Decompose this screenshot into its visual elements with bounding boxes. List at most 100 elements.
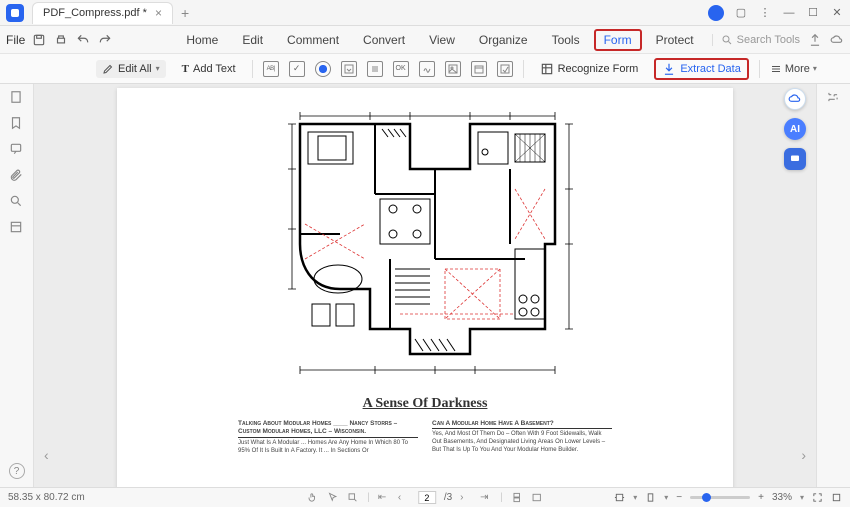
column-left: Talking About Modular Homes ____ Nancy S… (238, 420, 418, 455)
edit-all-label: Edit All (118, 63, 152, 75)
bookmarks-icon[interactable] (9, 116, 25, 132)
zoom-slider[interactable] (690, 496, 750, 499)
prev-page-icon[interactable]: ‹ (398, 492, 410, 504)
menu-tools[interactable]: Tools (542, 29, 590, 51)
combo-field-icon[interactable] (341, 61, 357, 77)
read-mode-icon[interactable] (531, 492, 543, 504)
search-tools[interactable]: Search Tools (712, 34, 800, 46)
scroll-mode-icon[interactable] (511, 492, 523, 504)
checkbox-field-icon[interactable]: ✓ (289, 61, 305, 77)
quick-access-toolbar (31, 32, 113, 48)
window-menu-icon[interactable]: ⋮ (758, 6, 772, 20)
help-icon[interactable]: ? (9, 463, 25, 479)
attachments-icon[interactable] (9, 168, 25, 184)
add-text-button[interactable]: T Add Text (176, 60, 242, 78)
zoom-thumb[interactable] (702, 493, 711, 502)
extract-icon (662, 62, 676, 76)
file-menu[interactable]: File (6, 33, 25, 47)
right-sidebar (816, 84, 850, 487)
fit-width-icon[interactable] (614, 492, 625, 503)
fullscreen-icon[interactable] (812, 492, 823, 503)
extract-data-button[interactable]: Extract Data (654, 58, 749, 80)
list-field-icon[interactable] (367, 61, 383, 77)
col2-body: Yes, And Most Of Them Do – Often With 9 … (432, 431, 612, 454)
zoom-percent: 33% (772, 492, 792, 503)
image-field-icon[interactable] (445, 61, 461, 77)
window-maximize-icon[interactable]: ☐ (806, 6, 820, 20)
search-icon (721, 34, 733, 46)
column-right: Can A Modular Home Have A Basement? Yes,… (432, 420, 612, 455)
chevron-down-icon: ▾ (156, 64, 160, 73)
radio-field-icon[interactable] (315, 61, 331, 77)
chevron-down-icon[interactable]: ▾ (800, 493, 804, 502)
next-page-arrow[interactable]: › (801, 447, 806, 463)
menu-protect[interactable]: Protect (646, 29, 704, 51)
document-columns: Talking About Modular Homes ____ Nancy S… (117, 420, 733, 461)
zoom-out-icon[interactable]: − (676, 492, 682, 503)
page-content: A Sense Of Darkness Talking About Modula… (117, 88, 733, 487)
chevron-down-icon: ▾ (813, 64, 817, 73)
col2-header: Can A Modular Home Have A Basement? (432, 420, 612, 429)
fit-page-icon[interactable] (645, 492, 656, 503)
button-field-icon[interactable]: OK (393, 61, 409, 77)
menu-view[interactable]: View (419, 29, 465, 51)
ai-tool-icon[interactable]: AI (784, 118, 806, 140)
search-panel-icon[interactable] (9, 194, 25, 210)
menu-comment[interactable]: Comment (277, 29, 349, 51)
new-tab-button[interactable]: + (181, 5, 189, 21)
floating-tools: AI (784, 88, 806, 170)
share-icon[interactable] (808, 33, 822, 47)
zoom-area-icon[interactable] (347, 492, 359, 504)
thumbnails-icon[interactable] (9, 90, 25, 106)
fields-panel-icon[interactable] (9, 220, 25, 236)
document-tab[interactable]: PDF_Compress.pdf * × (32, 2, 173, 24)
cloud-icon[interactable] (830, 33, 844, 47)
more-button[interactable]: More ▾ (770, 63, 817, 75)
last-page-icon[interactable]: ⇥ (480, 492, 492, 504)
more-label: More (785, 63, 810, 75)
chevron-down-icon[interactable]: ▾ (664, 493, 668, 502)
account-avatar[interactable] (708, 5, 724, 21)
prev-page-arrow[interactable]: ‹ (44, 447, 49, 463)
page-navigation: | ⇤ ‹ /3 › ⇥ | (307, 491, 543, 504)
menu-form[interactable]: Form (594, 29, 642, 51)
menu-convert[interactable]: Convert (353, 29, 415, 51)
actual-size-icon[interactable] (831, 492, 842, 503)
date-field-icon[interactable] (471, 61, 487, 77)
signature-field-icon[interactable] (419, 61, 435, 77)
redo-icon[interactable] (97, 32, 113, 48)
first-page-icon[interactable]: ⇤ (378, 492, 390, 504)
page-number-input[interactable] (418, 491, 436, 504)
digital-sign-icon[interactable] (497, 61, 513, 77)
window-minimize-icon[interactable]: — (782, 6, 796, 20)
menu-home[interactable]: Home (176, 29, 228, 51)
document-canvas[interactable]: A Sense Of Darkness Talking About Modula… (34, 84, 816, 487)
text-field-icon[interactable]: AB| (263, 61, 279, 77)
statusbar: 58.35 x 80.72 cm | ⇤ ‹ /3 › ⇥ | ▾ ▾ − + … (0, 487, 850, 507)
window-close-icon[interactable]: ✕ (830, 6, 844, 20)
menu-edit[interactable]: Edit (232, 29, 273, 51)
chevron-down-icon[interactable]: ▾ (633, 493, 637, 502)
cloud-sync-icon[interactable] (784, 88, 806, 110)
menubar: File Home Edit Comment Convert View Orga… (0, 26, 850, 54)
recognize-icon (540, 62, 554, 76)
page-total: /3 (444, 492, 452, 503)
edit-all-button[interactable]: Edit All ▾ (96, 60, 166, 78)
hand-tool-icon[interactable] (307, 492, 319, 504)
chat-tool-icon[interactable] (784, 148, 806, 170)
zoom-in-icon[interactable]: + (758, 492, 764, 503)
select-tool-icon[interactable] (327, 492, 339, 504)
recognize-form-button[interactable]: Recognize Form (534, 59, 645, 79)
next-page-icon[interactable]: › (460, 492, 472, 504)
add-text-label: Add Text (193, 63, 236, 75)
tab-close-icon[interactable]: × (155, 6, 162, 20)
form-toolbar: Edit All ▾ T Add Text AB| ✓ OK Recognize… (0, 54, 850, 84)
save-icon[interactable] (31, 32, 47, 48)
window-panel-icon[interactable]: ▢ (734, 6, 748, 20)
undo-icon[interactable] (75, 32, 91, 48)
properties-icon[interactable] (826, 90, 842, 106)
comments-panel-icon[interactable] (9, 142, 25, 158)
menu-organize[interactable]: Organize (469, 29, 538, 51)
print-icon[interactable] (53, 32, 69, 48)
workspace: ? (0, 84, 850, 487)
